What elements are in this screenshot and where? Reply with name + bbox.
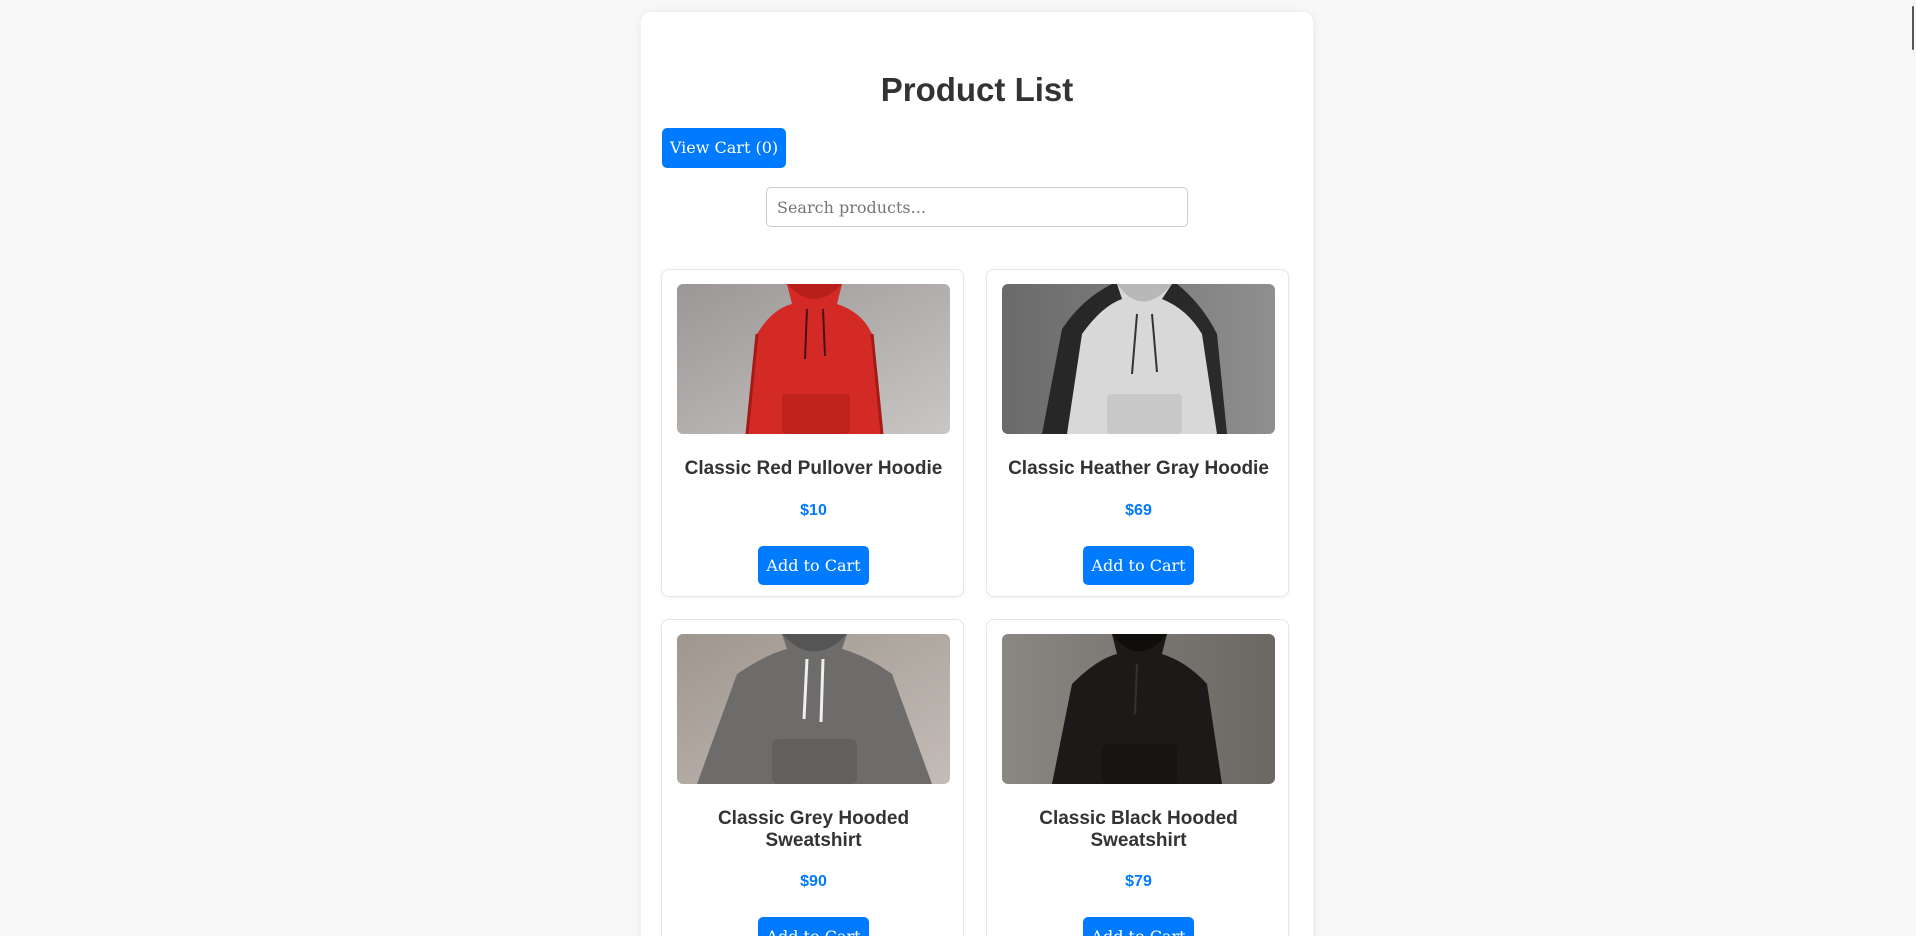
red-hoodie-image <box>677 284 950 434</box>
product-card: Classic Grey Hooded Sweatshirt $90 Add t… <box>661 619 964 936</box>
product-list-container: Product List View Cart (0) Search produc… <box>641 12 1313 936</box>
product-card: Classic Red Pullover Hoodie $10 Add to C… <box>661 269 964 597</box>
product-name: Classic Heather Gray Hoodie <box>1008 458 1269 479</box>
page-scrollbar[interactable] <box>1908 0 1916 936</box>
grey-hoodie-image <box>677 634 950 784</box>
page: Product List View Cart (0) Search produc… <box>0 0 1916 936</box>
black-hoodie-image <box>1002 634 1275 784</box>
product-name: Classic Red Pullover Hoodie <box>684 458 943 479</box>
product-price: $69 <box>1125 502 1152 519</box>
page-title: Product List <box>880 71 1074 108</box>
add-to-cart-button[interactable]: Add to Cart <box>758 917 869 936</box>
heather-gray-hoodie-image <box>1002 284 1275 434</box>
add-to-cart-button[interactable]: Add to Cart <box>1083 546 1194 585</box>
product-name: Classic Grey Hooded Sweatshirt <box>717 808 910 851</box>
product-price: $10 <box>800 502 827 519</box>
view-cart-button[interactable]: View Cart (0) <box>662 128 786 168</box>
product-card: Classic Black Hooded Sweatshirt $79 Add … <box>986 619 1289 936</box>
scrollbar-thumb[interactable] <box>1912 6 1914 50</box>
product-price: $90 <box>800 873 827 890</box>
add-to-cart-button[interactable]: Add to Cart <box>1083 917 1194 936</box>
product-name: Classic Black Hooded Sweatshirt <box>1039 808 1238 851</box>
add-to-cart-button[interactable]: Add to Cart <box>758 546 869 585</box>
product-card: Classic Heather Gray Hoodie $69 Add to C… <box>986 269 1289 597</box>
product-price: $79 <box>1125 873 1152 890</box>
search-input[interactable] <box>766 187 1188 227</box>
